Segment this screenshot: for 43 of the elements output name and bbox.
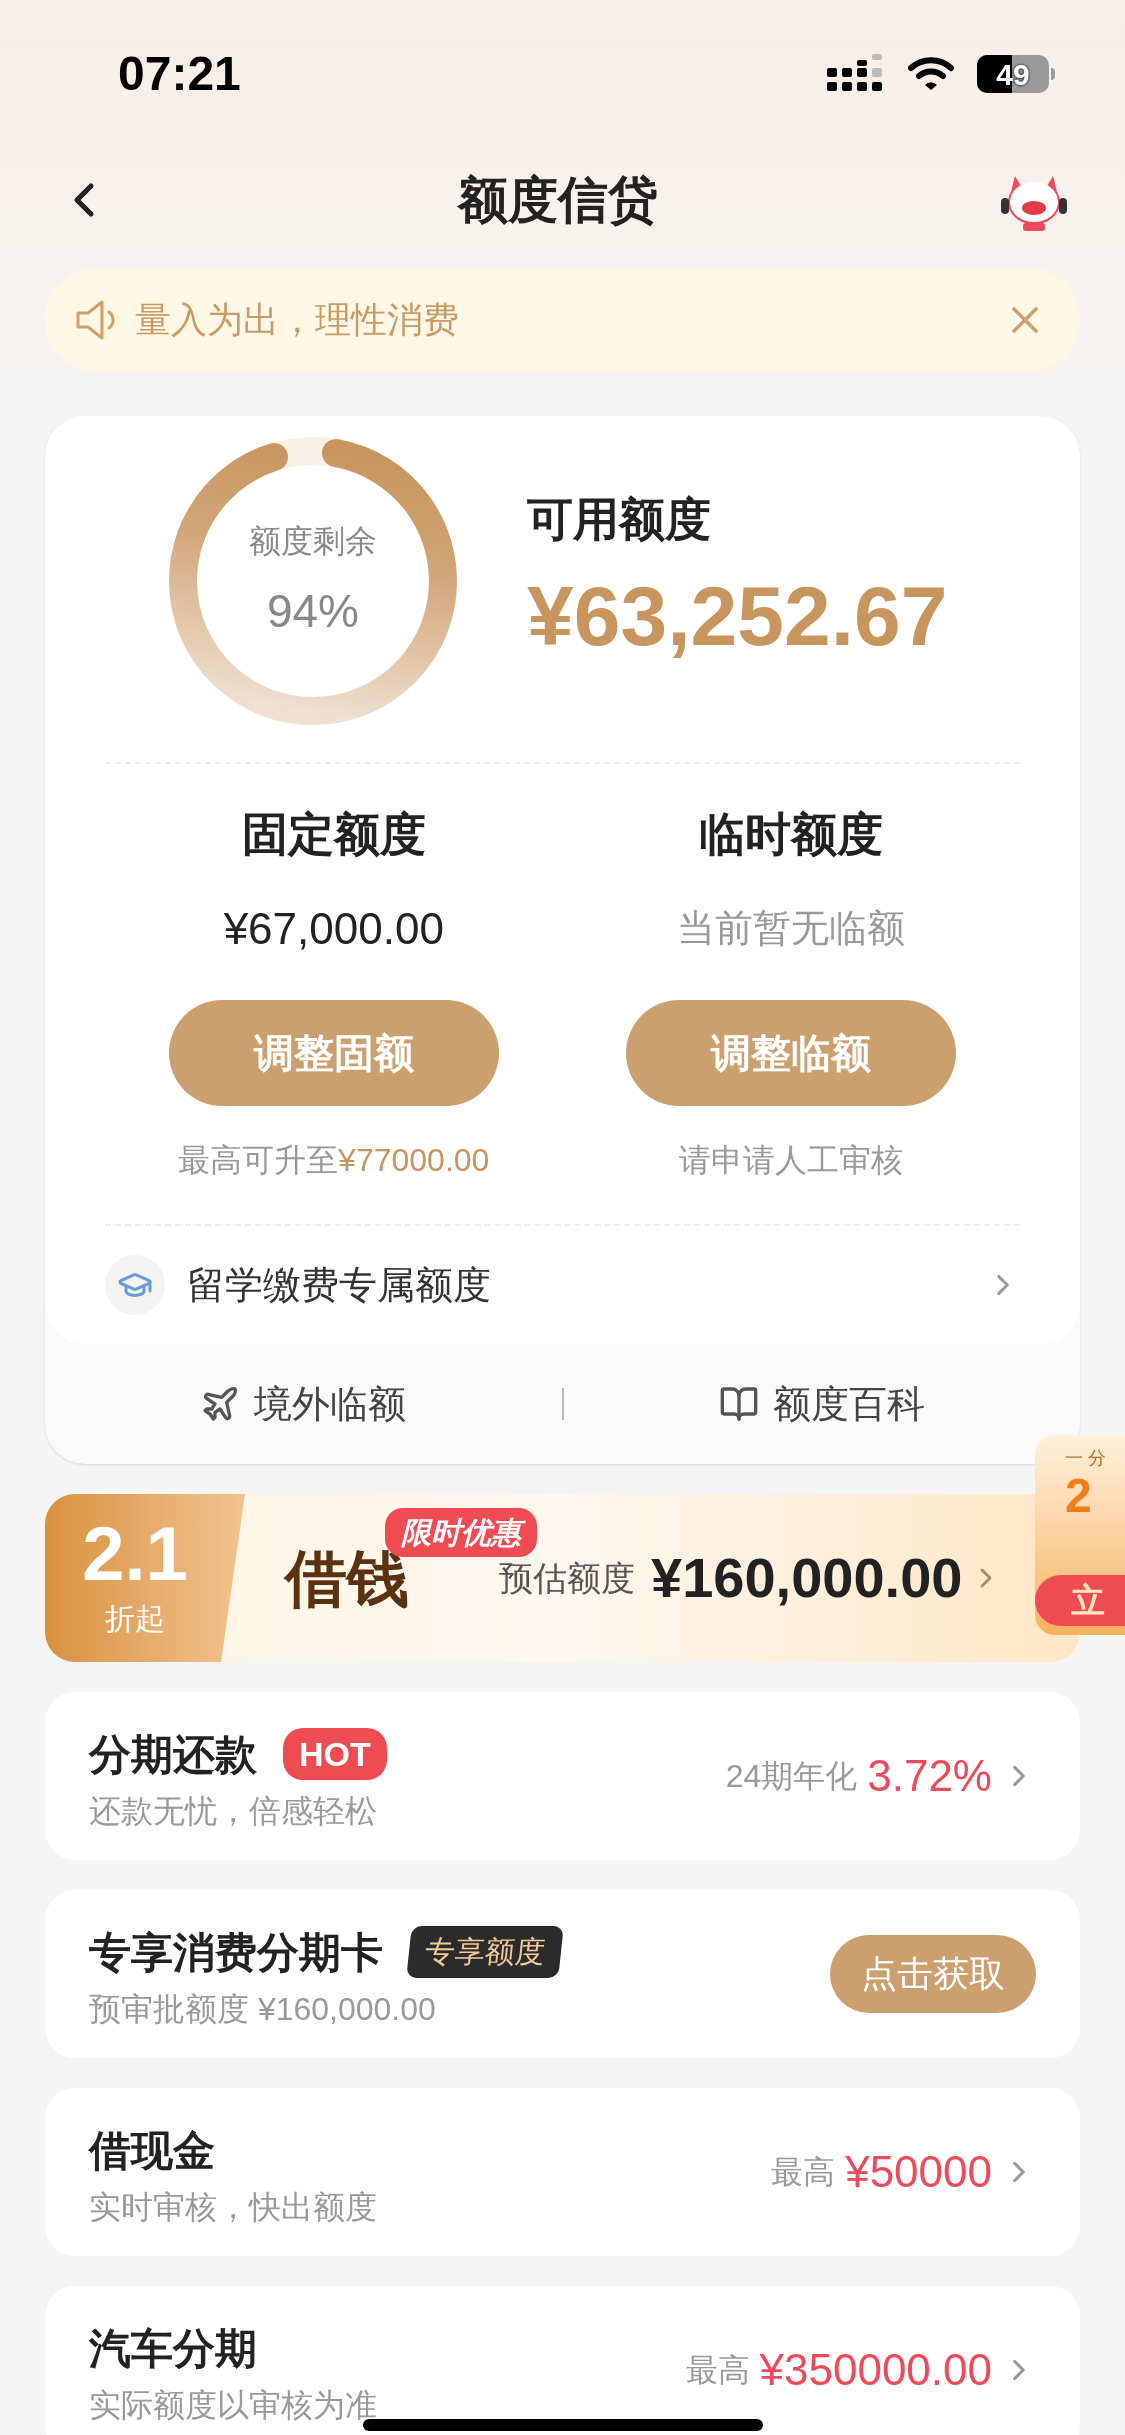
rate-value: ¥50000 [845, 2146, 992, 2198]
limit-title: 固定额度 [241, 807, 426, 862]
study-text: 留学缴费专属额度 [187, 1262, 492, 1308]
product-subtitle: 实时审核，快出额度 [89, 2187, 377, 2226]
page-title: 额度信贷 [457, 170, 658, 230]
promo-amount: ¥160,000.00 [651, 1545, 963, 1611]
notice-text: 量入为出，理性消费 [135, 298, 460, 342]
limit-title: 临时额度 [699, 807, 884, 862]
product-card[interactable]: 汽车分期 实际额度以审核为准 最高 ¥350000.00 [45, 2286, 1080, 2435]
amount-label: 预估额度 [499, 1557, 635, 1599]
product-card[interactable]: 分期还款 HOT 还款无忧，倍感轻松 24期年化 3.72% [45, 1692, 1080, 1860]
ring-value: 94% [266, 583, 360, 639]
ring-label: 额度剩余 [249, 521, 377, 561]
product-subtitle: 实际额度以审核为准 [89, 2385, 377, 2424]
rate-label: 最高 [685, 2351, 750, 2390]
product-card[interactable]: 借现金 实时审核，快出额度 最高 ¥50000 [45, 2088, 1080, 2256]
limit-note: 最高可升至¥77000.00 [178, 1141, 490, 1180]
limit-note: 请申请人工审核 [679, 1141, 904, 1180]
study-row[interactable]: 留学缴费专属额度 [105, 1226, 1020, 1344]
product-subtitle: 还款无忧，倍感轻松 [89, 1791, 377, 1830]
floating-ad[interactable]: 一 分 2 立 [1035, 1435, 1125, 1635]
quick-link[interactable]: 额度百科 [563, 1375, 1080, 1433]
quick-link[interactable]: 境外临额 [45, 1375, 562, 1433]
product-title: 专享消费分期卡 [89, 1927, 383, 1978]
product-subtitle: 预审批额度 ¥160,000.00 [89, 1989, 436, 2028]
status-time: 07:21 [118, 46, 241, 102]
rate-value: ¥350000.00 [759, 2344, 992, 2396]
available-amount: ¥63,252.67 [527, 573, 948, 658]
product-title: 分期还款 [89, 1729, 257, 1780]
wifi-icon [907, 56, 955, 92]
limit-value: ¥67,000.00 [223, 903, 444, 955]
limit-value: 当前暂无临额 [677, 905, 906, 951]
rate-label: 24期年化 [725, 1757, 858, 1796]
rate-label: 最高 [771, 2153, 836, 2192]
discount-badge: 2.1 折起 [45, 1494, 245, 1662]
rate-value: 3.72% [867, 1750, 992, 1802]
product-card[interactable]: 专享消费分期卡 专享额度 预审批额度 ¥160,000.00 点击获取 [45, 1890, 1080, 2058]
tag-badge: 专享额度 [406, 1926, 564, 1978]
tag-badge: HOT [283, 1728, 387, 1780]
product-title: 汽车分期 [89, 2323, 257, 2374]
available-label: 可用额度 [527, 491, 712, 547]
signal-icon [827, 54, 885, 94]
product-title: 借现金 [89, 2125, 215, 2176]
